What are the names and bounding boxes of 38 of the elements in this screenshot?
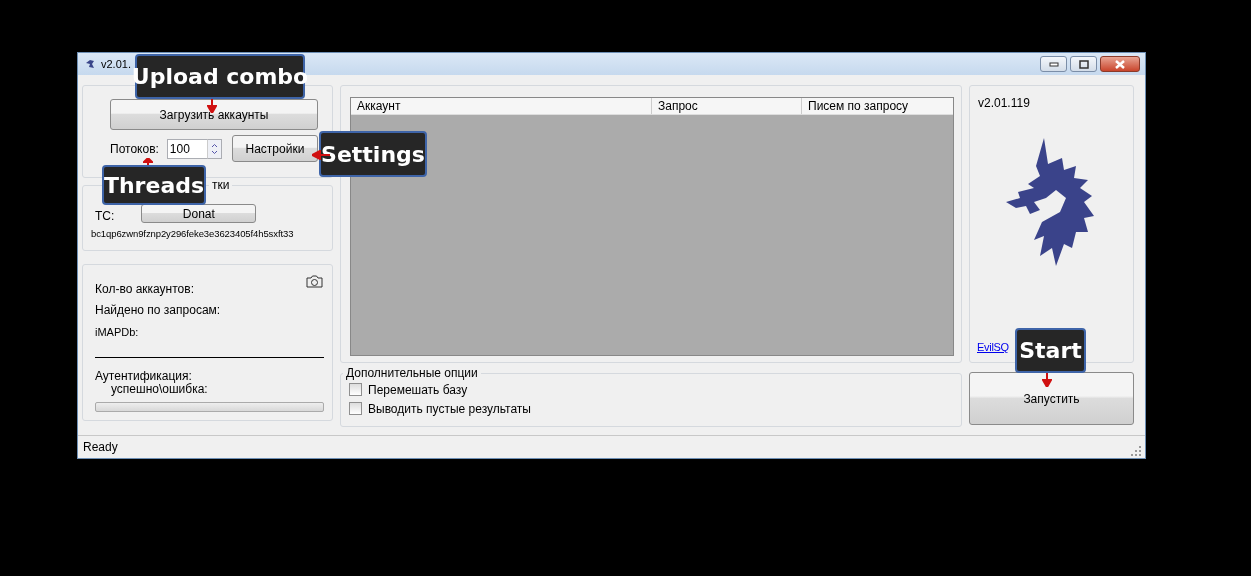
accounts-count-label: Кол-во аккаунтов: bbox=[95, 281, 194, 298]
found-label: Найдено по запросам: bbox=[95, 302, 221, 319]
status-text: Ready bbox=[83, 440, 118, 454]
group-title: Дополнительные опции bbox=[345, 366, 479, 380]
auth-result-label: успешно\ошибка: bbox=[111, 383, 209, 396]
column-header[interactable]: Писем по запросу bbox=[802, 98, 953, 114]
option-checkbox[interactable]: Выводить пустые результаты bbox=[349, 399, 953, 418]
auth-label: Аутентификация: bbox=[95, 370, 192, 383]
callout-label: Threads bbox=[102, 165, 206, 205]
close-button[interactable] bbox=[1100, 56, 1140, 72]
btc-address: bc1qp6zwn9fznp2y296feke3e3623405f4h5sxft33 bbox=[91, 228, 295, 239]
start-button[interactable]: Запустить bbox=[969, 372, 1134, 425]
pointer-arrow bbox=[1042, 373, 1052, 387]
column-header[interactable]: Запрос bbox=[652, 98, 802, 114]
group-title: тки bbox=[211, 178, 231, 192]
threads-label: Потоков: bbox=[110, 141, 159, 156]
donate-button[interactable]: Donat bbox=[141, 204, 257, 223]
minimize-button[interactable] bbox=[1040, 56, 1067, 72]
pointer-arrow bbox=[143, 158, 153, 165]
dragon-icon bbox=[84, 58, 96, 70]
maximize-button[interactable] bbox=[1070, 56, 1097, 72]
close-icon bbox=[1114, 59, 1126, 69]
author-link[interactable]: EvilSQ bbox=[977, 341, 1009, 353]
btc-label: TC: bbox=[95, 209, 115, 223]
window-title: v2.01. bbox=[101, 58, 131, 70]
option-checkbox[interactable]: Перемешать базу bbox=[349, 380, 953, 399]
maximize-icon bbox=[1078, 59, 1089, 69]
imap-label: iMAPDb: bbox=[95, 325, 139, 340]
callout-label: Settings bbox=[319, 131, 427, 177]
load-accounts-button[interactable]: Загрузить аккаунты bbox=[110, 99, 318, 130]
settings-button[interactable]: Настройки bbox=[231, 135, 318, 162]
minimize-icon bbox=[1048, 61, 1059, 67]
threads-input[interactable]: 100 bbox=[166, 138, 207, 159]
version-label: v2.01.119 bbox=[978, 96, 1031, 110]
camera-icon[interactable] bbox=[306, 275, 323, 288]
column-header[interactable]: Аккаунт bbox=[351, 98, 652, 114]
resize-grip-icon[interactable] bbox=[1131, 446, 1141, 456]
callout-label: Start bbox=[1015, 328, 1086, 373]
